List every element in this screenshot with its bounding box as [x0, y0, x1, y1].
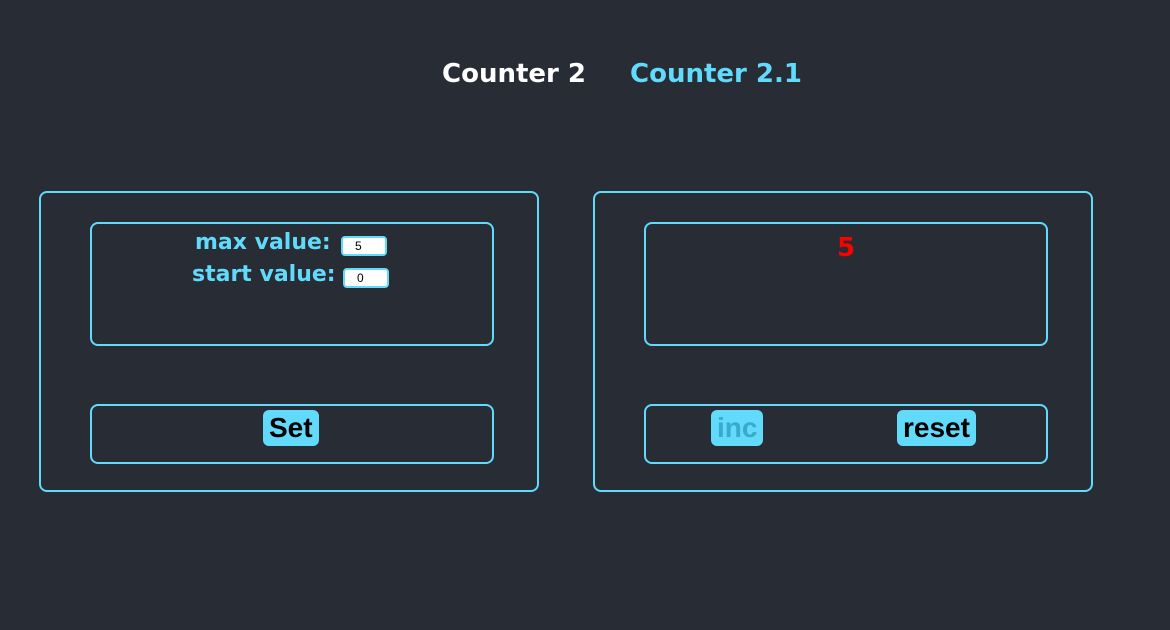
settings-buttons: Set [90, 404, 494, 464]
counter-display: 5 [644, 222, 1048, 346]
max-value-input[interactable] [341, 236, 387, 256]
reset-button[interactable]: reset [897, 410, 976, 446]
set-button[interactable]: Set [263, 410, 319, 446]
counter-panel: 5 inc reset [593, 191, 1093, 492]
max-value-label: max value: [195, 230, 331, 255]
nav-link-counter-2[interactable]: Counter 2 [442, 56, 586, 92]
inc-button[interactable]: inc [711, 410, 764, 446]
start-value-input[interactable] [343, 268, 389, 288]
nav-link-counter-2-1[interactable]: Counter 2.1 [630, 56, 802, 92]
settings-panel: max value: start value: Set [39, 191, 539, 492]
counter-buttons: inc reset [644, 404, 1048, 464]
top-nav: Counter 2 Counter 2.1 [0, 56, 1170, 92]
counter-value: 5 [836, 233, 856, 263]
settings-display: max value: start value: [90, 222, 494, 346]
start-value-label: start value: [192, 262, 336, 287]
